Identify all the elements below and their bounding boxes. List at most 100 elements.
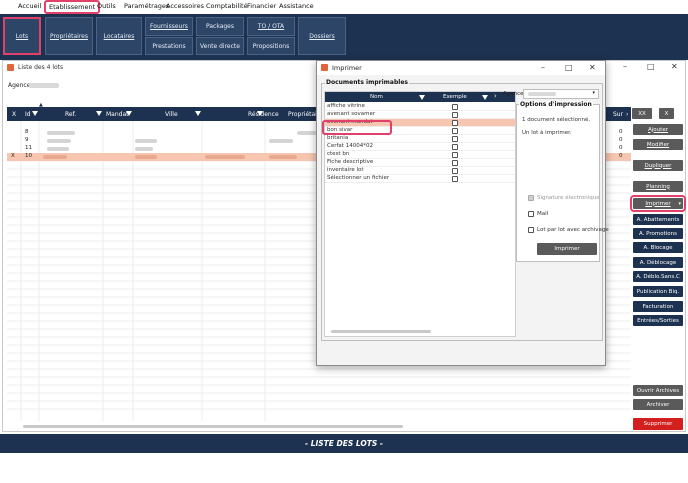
menu-etablissement[interactable]: Etablissement xyxy=(44,0,101,14)
entrees-sorties-button[interactable]: Entrées/Sorties xyxy=(633,315,683,326)
document-name: Cerfat 14004*02 xyxy=(327,143,373,149)
dossiers-button[interactable]: Dossiers xyxy=(298,17,346,55)
deblocage-button[interactable]: A. Déblocage xyxy=(633,257,683,268)
imprimer-button[interactable]: Imprimer ▾ xyxy=(630,195,686,212)
scroll-right-icon[interactable]: › xyxy=(626,111,628,118)
vente-directe-button[interactable]: Vente directe xyxy=(196,37,244,55)
filter-id-icon[interactable] xyxy=(32,111,38,116)
col-residence[interactable]: Résidence xyxy=(248,111,279,118)
packages-button[interactable]: Packages xyxy=(196,17,244,36)
agence-value xyxy=(29,83,59,88)
col-nom[interactable]: Nom xyxy=(370,94,383,100)
publication-button[interactable]: Publication Biq. xyxy=(633,286,683,297)
horizontal-scrollbar[interactable] xyxy=(23,425,403,428)
abattements-button[interactable]: A. Abattements xyxy=(633,214,683,225)
exemple-checkbox[interactable] xyxy=(452,136,458,142)
promotions-button[interactable]: A. Promotions xyxy=(633,228,683,239)
row-ref-value xyxy=(47,147,69,151)
col-ville[interactable]: Ville xyxy=(165,111,178,118)
filter-residence-icon[interactable] xyxy=(257,111,263,116)
list-item[interactable]: avenant sovamer xyxy=(325,111,515,119)
list-item[interactable]: Sélectionner un fichier xyxy=(325,175,515,183)
modifier-button[interactable]: Modifier xyxy=(633,139,683,150)
filter-mandat-icon[interactable] xyxy=(126,111,132,116)
prestations-button[interactable]: Prestations xyxy=(145,37,193,55)
row-sur: 0 xyxy=(619,129,623,135)
col-exemple[interactable]: Exemple xyxy=(443,94,467,100)
to-ota-label: TO / OTA xyxy=(257,23,285,30)
menu-financier[interactable]: Financier xyxy=(247,2,276,10)
imprimer-label: Imprimer xyxy=(645,200,671,207)
fournisseurs-button[interactable]: Fournisseurs xyxy=(145,17,193,36)
filter-exemple-icon[interactable] xyxy=(482,95,488,100)
menu-accessoires[interactable]: Accessoires xyxy=(166,2,204,10)
minimize-icon[interactable]: – xyxy=(541,63,545,72)
list-item[interactable]: affiche vitrine xyxy=(325,103,515,111)
row-id: 9 xyxy=(25,137,29,143)
exemple-checkbox[interactable] xyxy=(452,160,458,166)
filter-ref-icon[interactable] xyxy=(96,111,102,116)
minimize-icon[interactable]: – xyxy=(623,62,627,71)
menu-outils[interactable]: Outils xyxy=(97,2,116,10)
lots-button[interactable]: Lots xyxy=(3,17,41,55)
dupliquer-button[interactable]: Dupliquer xyxy=(633,160,683,171)
ajouter-button[interactable]: Ajouter xyxy=(633,124,683,135)
options-group-label: Options d'impression xyxy=(519,101,593,108)
supprimer-button[interactable]: Supprimer xyxy=(633,418,683,430)
list-item[interactable]: Fiche descriptive xyxy=(325,159,515,167)
locataires-button[interactable]: Locataires xyxy=(96,17,142,55)
facturation-button[interactable]: Facturation xyxy=(633,301,683,312)
row-ref-value xyxy=(43,155,67,159)
exemple-checkbox[interactable] xyxy=(452,168,458,174)
agence-select[interactable]: ▾ xyxy=(523,89,599,99)
exemple-checkbox[interactable] xyxy=(452,176,458,182)
proprietaires-button[interactable]: Propriétaires xyxy=(45,17,93,55)
close-icon[interactable]: ✕ xyxy=(671,62,678,71)
planning-button[interactable]: Planning xyxy=(633,181,683,192)
menu-accueil[interactable]: Accueil xyxy=(18,2,41,10)
dialog-print-button[interactable]: Imprimer xyxy=(537,243,597,255)
to-ota-button[interactable]: TO / OTA xyxy=(247,17,295,36)
list-item[interactable]: ctest bn xyxy=(325,151,515,159)
col-sur[interactable]: Sur xyxy=(613,111,623,118)
mail-label: Mail xyxy=(537,211,549,217)
packages-label: Packages xyxy=(206,23,234,30)
archiver-button[interactable]: Archiver xyxy=(633,399,683,410)
col-id[interactable]: Id xyxy=(25,111,31,118)
lot-archivage-checkbox[interactable] xyxy=(528,227,534,233)
x-button[interactable]: X xyxy=(659,108,674,119)
exemple-checkbox[interactable] xyxy=(452,144,458,150)
blocage-button[interactable]: A. Blocage xyxy=(633,242,683,253)
filter-ville-icon[interactable] xyxy=(195,111,201,116)
menu-comptabilite[interactable]: Comptabilité xyxy=(206,2,248,10)
exemple-checkbox[interactable] xyxy=(452,112,458,118)
maximize-icon[interactable]: □ xyxy=(647,62,655,71)
list-item[interactable]: inventaire lot xyxy=(325,167,515,175)
exemple-checkbox[interactable] xyxy=(452,128,458,134)
filter-nom-icon[interactable] xyxy=(419,95,425,100)
ouvrir-archives-button[interactable]: Ouvrir Archives xyxy=(633,385,683,396)
mail-checkbox[interactable] xyxy=(528,211,534,217)
menu-assistance[interactable]: Assistance xyxy=(279,2,314,10)
col-ref[interactable]: Ref. xyxy=(65,111,76,118)
documents-horizontal-scrollbar[interactable] xyxy=(331,330,431,333)
scroll-right-icon[interactable]: › xyxy=(494,92,497,100)
exemple-checkbox[interactable] xyxy=(452,120,458,126)
documents-list-header: Nom Exemple › xyxy=(325,92,515,102)
exemple-checkbox[interactable] xyxy=(452,104,458,110)
lots-label: Lots xyxy=(15,32,29,40)
exemple-checkbox[interactable] xyxy=(452,152,458,158)
menu-parametrages[interactable]: Paramétrages xyxy=(124,2,169,10)
maximize-icon[interactable]: □ xyxy=(565,63,573,72)
row-sur: 0 xyxy=(619,145,623,151)
close-icon[interactable]: ✕ xyxy=(589,63,596,72)
propositions-button[interactable]: Propositions xyxy=(247,37,295,55)
col-x[interactable]: X xyxy=(12,111,16,118)
xx-button[interactable]: XX xyxy=(632,108,652,119)
list-item[interactable]: britania xyxy=(325,135,515,143)
list-item[interactable]: Cerfat 14004*02 xyxy=(325,143,515,151)
fournisseurs-label: Fournisseurs xyxy=(150,23,188,30)
deblo-sans-button[interactable]: A. Déblo.Sans.C xyxy=(633,271,683,282)
document-name: Sélectionner un fichier xyxy=(327,175,390,181)
signature-checkbox[interactable] xyxy=(528,195,534,201)
